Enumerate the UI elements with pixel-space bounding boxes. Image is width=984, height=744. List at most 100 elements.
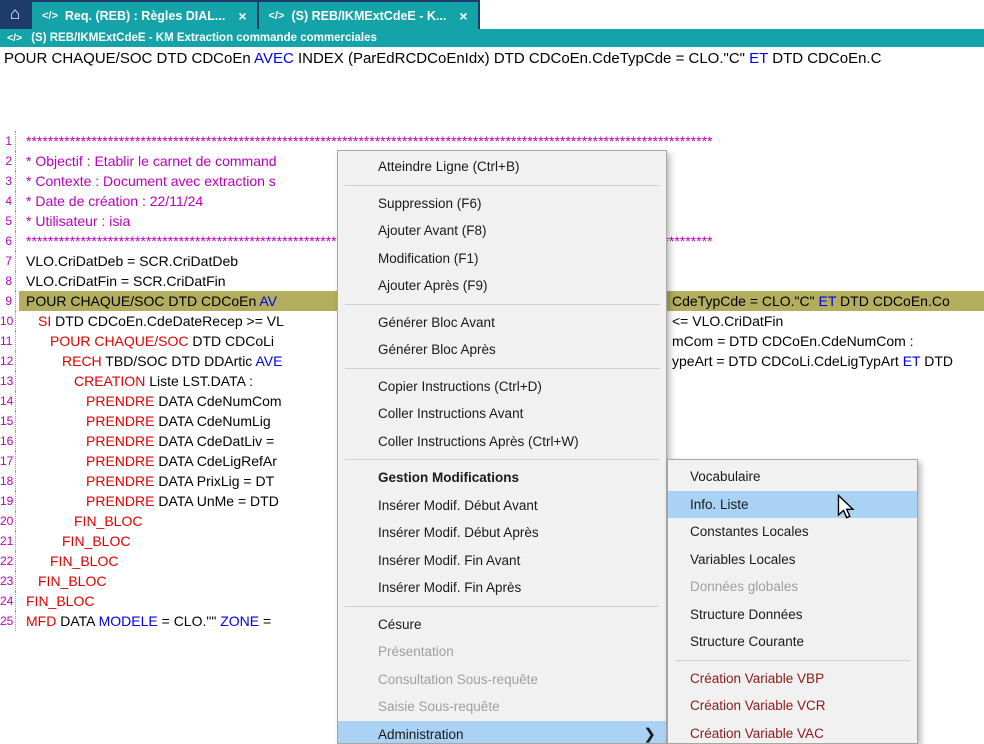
code-token: AV [259, 293, 277, 309]
tab-ikm-ext-cde[interactable]: </> (S) REB/IKMExtCdeE - K... × [259, 2, 478, 29]
code-token: SI [38, 313, 51, 329]
context-menu-item: Consultation Sous-requête [338, 666, 666, 694]
code-token: VLO.CriDatDeb = SCR.CriDatDeb [26, 253, 238, 269]
context-menu-item[interactable]: Modification (F1) [338, 245, 666, 273]
code-token: FIN_BLOC [50, 553, 118, 569]
context-menu-item[interactable]: Gestion Modifications [338, 464, 666, 492]
context-menu-item[interactable]: Administration❯ [338, 721, 666, 744]
code-token: DATA CdeNumCom [154, 393, 281, 409]
code-token: DATA CdeDatLiv = [154, 433, 274, 449]
context-menu-item-label: Gestion Modifications [378, 470, 519, 485]
context-menu-item-label: Générer Bloc Avant [378, 315, 495, 330]
context-menu-item[interactable]: Insérer Modif. Début Avant [338, 492, 666, 520]
line-number: 2 [0, 151, 16, 171]
context-menu-item[interactable]: Césure [338, 611, 666, 639]
line-number: 21 [0, 531, 16, 551]
close-icon[interactable]: × [238, 8, 246, 24]
context-menu-item[interactable]: Atteindre Ligne (Ctrl+B) [338, 153, 666, 181]
context-menu-item[interactable]: Copier Instructions (Ctrl+D) [338, 373, 666, 401]
code-token: ET [819, 293, 837, 309]
submenu-item-label: Création Variable VBP [690, 671, 824, 686]
code-token: DTD CDCoEn.C [768, 50, 881, 67]
code-token: DTD [920, 353, 953, 369]
submenu-item[interactable]: Constantes Locales [668, 518, 917, 546]
code-token: PRENDRE [86, 433, 154, 449]
code-token: DTD CDCoLi [188, 333, 274, 349]
context-menu-item-label: Copier Instructions (Ctrl+D) [378, 379, 542, 394]
close-icon[interactable]: × [459, 8, 467, 24]
line-number: 4 [0, 191, 16, 211]
submenu-item-label: Info. Liste [690, 497, 749, 512]
context-menu-item[interactable]: Insérer Modif. Début Après [338, 519, 666, 547]
mouse-cursor [835, 494, 857, 525]
home-button[interactable]: ⌂ [0, 0, 30, 27]
context-menu-separator [345, 368, 659, 369]
submenu-item-label: Structure Données [690, 607, 803, 622]
context-menu-item: Saisie Sous-requête [338, 693, 666, 721]
code-token: * Date de création : 22/11/24 [26, 193, 203, 209]
code-token: ET [749, 50, 768, 67]
context-menu-item-label: Coller Instructions Avant [378, 406, 523, 421]
code-token: FIN_BLOC [26, 593, 94, 609]
line-number: 9 [0, 291, 16, 311]
context-menu-item[interactable]: Ajouter Après (F9) [338, 272, 666, 300]
context-menu-item-label: Insérer Modif. Début Après [378, 525, 539, 540]
context-menu-item-label: Présentation [378, 644, 454, 659]
context-menu-item-label: Générer Bloc Après [378, 342, 496, 357]
tab-regles-dialog[interactable]: </> Req. (REB) : Règles DIAL... × [32, 2, 257, 29]
submenu-item[interactable]: Structure Courante [668, 628, 917, 656]
context-menu-item[interactable]: Générer Bloc Avant [338, 309, 666, 337]
code-token: * Utilisateur : isia [26, 213, 130, 229]
submenu-item[interactable]: Création Variable VBP [668, 665, 917, 693]
code-line[interactable]: 1***************************************… [0, 131, 984, 151]
context-menu-item-label: Césure [378, 617, 422, 632]
submenu-item[interactable]: Structure Données [668, 601, 917, 629]
context-menu-item-label: Coller Instructions Après (Ctrl+W) [378, 434, 579, 449]
code-token: PRENDRE [86, 473, 154, 489]
code-token: AVE [255, 353, 282, 369]
context-menu-item[interactable]: Coller Instructions Après (Ctrl+W) [338, 428, 666, 456]
code-token: DATA UnMe = DTD [154, 493, 278, 509]
context-menu-item[interactable]: Suppression (F6) [338, 190, 666, 218]
submenu-item[interactable]: Création Variable VAC [668, 720, 917, 744]
context-menu-item-label: Atteindre Ligne (Ctrl+B) [378, 159, 519, 174]
context-menu-separator [345, 185, 659, 186]
code-token: DATA PrixLig = DT [154, 473, 274, 489]
code-token: PRENDRE [86, 393, 154, 409]
context-menu-item[interactable]: Coller Instructions Avant [338, 400, 666, 428]
submenu-item: Données globales [668, 573, 917, 601]
submenu: Vocabulaire Info. Liste Constantes Locales… [667, 459, 918, 744]
line-number: 1 [0, 131, 16, 151]
code-token: = [259, 613, 271, 629]
code-token: INDEX (ParEdRCDCoEnIdx) DTD CDCoEn.CdeTy… [294, 50, 749, 67]
submenu-item[interactable]: Création Variable VCR [668, 692, 917, 720]
code-token: DTD CDCoEn.Co [836, 293, 950, 309]
code-token: POUR CHAQUE/SOC DTD CDCoEn [4, 50, 254, 67]
line-number: 8 [0, 271, 16, 291]
context-menu-item-label: Ajouter Après (F9) [378, 278, 488, 293]
submenu-item[interactable]: Vocabulaire [668, 463, 917, 491]
submenu-item[interactable]: Info. Liste [668, 491, 917, 519]
submenu-item-label: Structure Courante [690, 634, 804, 649]
code-token: * Objectif : Etablir le carnet de comman… [26, 153, 277, 169]
submenu-item-label: Constantes Locales [690, 524, 809, 539]
context-menu-item-label: Administration [378, 727, 464, 742]
context-menu-separator [345, 459, 659, 460]
submenu-item[interactable]: Variables Locales [668, 546, 917, 574]
context-menu-item[interactable]: Générer Bloc Après [338, 336, 666, 364]
submenu-item-label: Création Variable VCR [690, 698, 826, 713]
line-number: 14 [0, 391, 16, 411]
tab-group: ⌂ </> Req. (REB) : Règles DIAL... × </> … [0, 0, 480, 29]
context-menu-item-label: Insérer Modif. Fin Avant [378, 553, 520, 568]
context-menu-item[interactable]: Ajouter Avant (F8) [338, 217, 666, 245]
code-token: CREATION [74, 373, 145, 389]
context-menu-item[interactable]: Insérer Modif. Fin Avant [338, 547, 666, 575]
line-number: 5 [0, 211, 16, 231]
line-number: 17 [0, 451, 16, 471]
context-menu-separator [345, 606, 659, 607]
line-number: 3 [0, 171, 16, 191]
context-menu-item[interactable]: Insérer Modif. Fin Après [338, 574, 666, 602]
title-bar: </> (S) REB/IKMExtCdeE - KM Extraction c… [0, 29, 984, 47]
line-number: 6 [0, 231, 16, 251]
code-token: POUR CHAQUE/SOC [50, 333, 188, 349]
